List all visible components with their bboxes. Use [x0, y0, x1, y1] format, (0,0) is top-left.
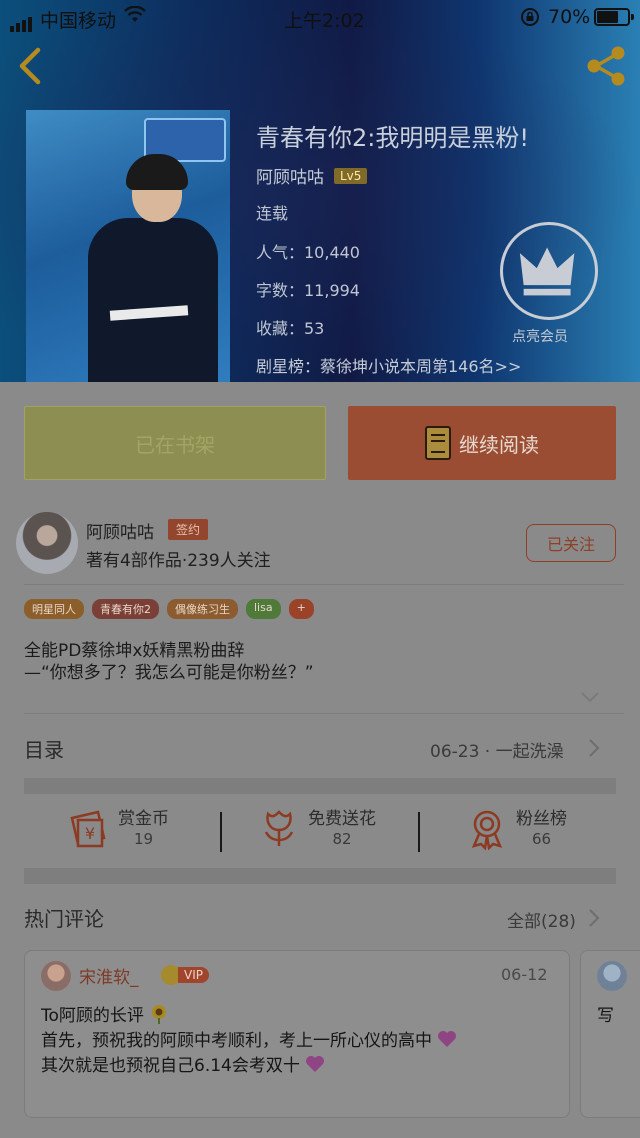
tag-chip[interactable]: lisa	[246, 599, 281, 619]
chevron-down-icon[interactable]	[580, 690, 600, 704]
stat-label: 免费送花	[308, 809, 376, 829]
sunflower-icon	[152, 1005, 167, 1024]
crown-icon	[519, 247, 575, 296]
divider	[24, 713, 624, 714]
status-bar: 中国移动 上午2:02 70%	[0, 0, 640, 34]
comment-line: 首先，预祝我的阿顾中考顺利，考上一所心仪的高中	[41, 1026, 457, 1051]
free-flowers-stat[interactable]: 免费送花 82	[258, 808, 376, 850]
tag-chip[interactable]: +	[288, 599, 314, 619]
comment-date: 06-12	[501, 965, 548, 984]
vip-crown-button[interactable]	[500, 222, 598, 320]
share-icon[interactable]	[584, 44, 628, 88]
tag-chip[interactable]: 青春有你2	[92, 599, 159, 619]
tag-list: 明星同人 青春有你2 偶像练习生 lisa +	[24, 599, 314, 619]
book-favorites: 收藏：53	[256, 319, 325, 338]
comment-text: To阿顾的长评	[41, 1006, 144, 1026]
signed-badge: 签约	[168, 519, 209, 540]
author-stats: 著有4部作品·239人关注	[86, 551, 271, 571]
author-avatar[interactable]	[16, 512, 78, 574]
divider	[24, 584, 624, 585]
all-comments-link[interactable]: 全部(28)	[507, 907, 576, 932]
vip-badge: VIP	[161, 965, 209, 985]
book-title: 青春有你2:我明明是黑粉!	[256, 124, 529, 152]
stat-value: 19	[133, 830, 154, 848]
tag-chip[interactable]: 偶像练习生	[167, 599, 238, 619]
flower-icon	[264, 810, 294, 846]
wifi-icon	[124, 6, 146, 22]
continue-reading-button[interactable]: 继续阅读	[348, 406, 616, 480]
book-word-count: 字数：11,994	[256, 281, 360, 300]
reward-coins-stat[interactable]: ¥ 赏金币 19	[68, 808, 169, 850]
carrier-label: 中国移动	[40, 10, 117, 32]
battery-fill	[597, 11, 618, 23]
fan-rank-stat[interactable]: 粉丝榜 66	[466, 808, 567, 850]
section-separator	[24, 778, 616, 794]
synopsis: 全能PD蔡徐坤x妖精黑粉曲辞 —“你想多了？我怎么可能是你粉丝？”	[24, 640, 314, 684]
comment-line: To阿顾的长评	[41, 1001, 169, 1026]
svg-text:¥: ¥	[85, 824, 95, 843]
battery-percent: 70%	[548, 6, 591, 28]
vip-label: 点亮会员	[512, 329, 568, 345]
in-shelf-button[interactable]: 已在书架	[24, 406, 326, 480]
divider	[220, 812, 222, 852]
chevron-right-icon[interactable]	[588, 738, 600, 758]
comment-card[interactable]: 宋淮软_ VIP 06-12 To阿顾的长评 首先，预祝我的阿顾中考顺利，考上一…	[24, 950, 570, 1118]
heart-icon	[438, 1031, 457, 1047]
book-icon	[425, 426, 451, 460]
book-ranking-link[interactable]: 剧星榜：蔡徐坤小说本周第146名>>	[256, 353, 521, 377]
continue-reading-label: 继续阅读	[459, 432, 539, 457]
book-status: 连载	[256, 204, 289, 223]
battery-icon	[594, 8, 634, 26]
commenter-name[interactable]: 宋淮软_	[79, 963, 139, 988]
comment-line: 其次就是也预祝自己6.14会考双十	[41, 1051, 325, 1076]
section-separator	[24, 868, 616, 884]
comment-preview: 写	[597, 1006, 614, 1026]
book-cover[interactable]	[26, 110, 230, 382]
stat-label: 粉丝榜	[516, 809, 567, 829]
comment-text: 其次就是也预祝自己6.14会考双十	[41, 1056, 300, 1076]
divider	[418, 812, 420, 852]
stat-value: 82	[332, 830, 352, 848]
medal-icon	[471, 810, 503, 850]
comment-card[interactable]: 写	[580, 950, 640, 1118]
commenter-avatar[interactable]	[41, 961, 71, 991]
toc-latest-chapter[interactable]: 06-23 · 一起洗澡	[430, 737, 564, 762]
stat-value: 66	[531, 830, 552, 848]
author-name[interactable]: 阿顾咕咕	[86, 518, 154, 543]
book-popularity: 人气：10,440	[256, 243, 360, 262]
commenter-avatar[interactable]	[597, 961, 627, 991]
vip-badge-label: VIP	[178, 967, 209, 983]
back-icon[interactable]	[14, 46, 46, 86]
signal-icon	[10, 10, 34, 32]
stat-label: 赏金币	[118, 809, 169, 829]
author-level-badge: Lv5	[334, 167, 368, 184]
toc-label[interactable]: 目录	[24, 734, 64, 763]
clock: 上午2:02	[284, 10, 365, 32]
chevron-right-icon[interactable]	[588, 908, 600, 928]
follow-button[interactable]: 已关注	[526, 524, 616, 562]
book-author-name[interactable]: 阿顾咕咕	[256, 163, 324, 188]
heart-icon	[306, 1056, 325, 1072]
rotation-lock-icon	[521, 8, 539, 26]
comment-text: 首先，预祝我的阿顾中考顺利，考上一所心仪的高中	[41, 1031, 432, 1051]
tag-chip[interactable]: 明星同人	[24, 599, 84, 619]
book-author[interactable]: 阿顾咕咕 Lv5	[256, 163, 368, 188]
coin-envelope-icon: ¥	[70, 810, 106, 848]
synopsis-line: 全能PD蔡徐坤x妖精黑粉曲辞	[24, 641, 245, 661]
hot-comments-header: 热门评论	[24, 907, 104, 931]
synopsis-line: —“你想多了？我怎么可能是你粉丝？”	[24, 663, 314, 683]
